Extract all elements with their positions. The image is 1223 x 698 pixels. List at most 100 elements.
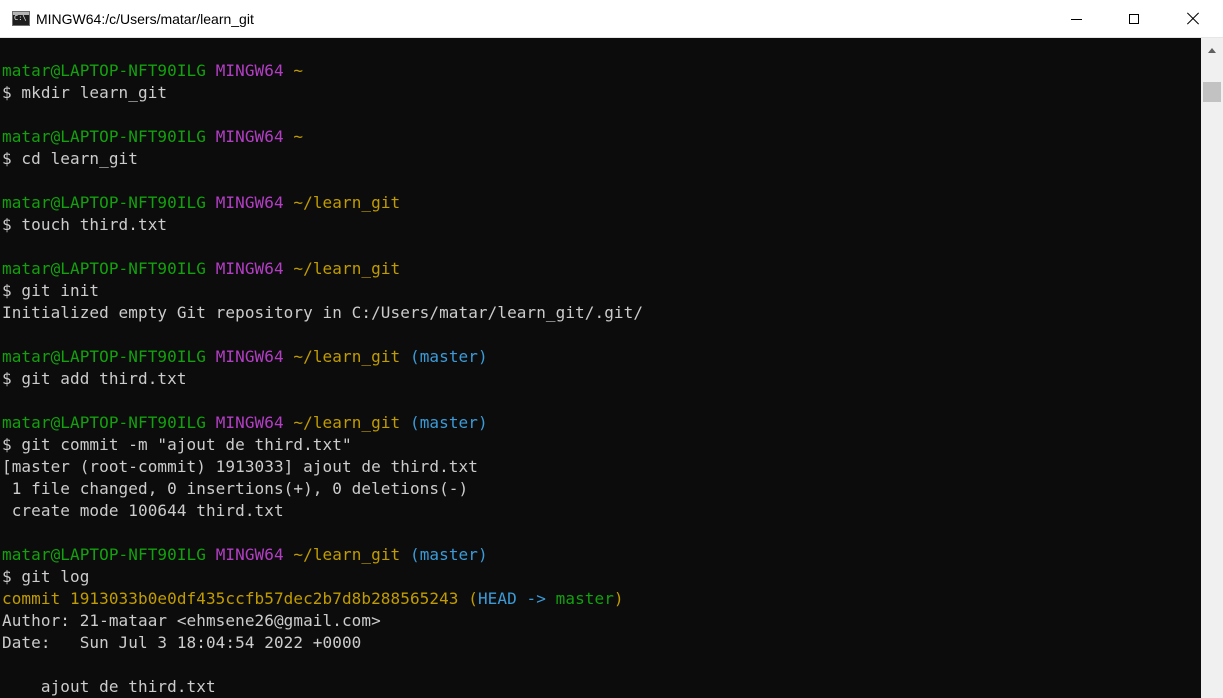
terminal-line: $ git commit -m "ajout de third.txt" bbox=[2, 434, 643, 456]
terminal-text-segment: Date: Sun Jul 3 18:04:54 2022 +0000 bbox=[2, 633, 362, 652]
terminal-line: matar@LAPTOP-NFT90ILG MINGW64 ~ bbox=[2, 126, 643, 148]
terminal-lines: matar@LAPTOP-NFT90ILG MINGW64 ~ $ mkdir l… bbox=[2, 60, 643, 698]
minimize-button[interactable] bbox=[1047, 0, 1105, 38]
terminal-text-segment: matar@LAPTOP-NFT90ILG bbox=[2, 127, 206, 146]
terminal-text-segment: $ touch third.txt bbox=[2, 215, 168, 234]
terminal-text-segment: master bbox=[555, 589, 614, 608]
terminal-text-segment: ) bbox=[613, 589, 624, 608]
terminal-text-segment: ~/learn_git bbox=[293, 347, 401, 366]
terminal-text-segment: ~/learn_git bbox=[293, 545, 401, 564]
terminal-line: Author: 21-mataar <ehmsene26@gmail.com> bbox=[2, 610, 643, 632]
terminal-line: Initialized empty Git repository in C:/U… bbox=[2, 302, 643, 324]
terminal-text-segment: Initialized empty Git repository in C:/U… bbox=[2, 303, 644, 322]
vertical-scrollbar[interactable] bbox=[1201, 38, 1223, 698]
terminal-text-segment: matar@LAPTOP-NFT90ILG bbox=[2, 259, 206, 278]
terminal-text-segment: create mode 100644 third.txt bbox=[2, 501, 284, 520]
terminal-line: ajout de third.txt bbox=[2, 676, 643, 698]
terminal-text-segment: matar@LAPTOP-NFT90ILG bbox=[2, 193, 206, 212]
terminal-line: Date: Sun Jul 3 18:04:54 2022 +0000 bbox=[2, 632, 643, 654]
minimize-icon bbox=[1070, 18, 1082, 20]
terminal-line: $ git add third.txt bbox=[2, 368, 643, 390]
terminal-line: commit 1913033b0e0df435ccfb57dec2b7d8b28… bbox=[2, 588, 643, 610]
terminal-text-segment: 1 file changed, 0 insertions(+), 0 delet… bbox=[2, 479, 469, 498]
window-title: MINGW64:/c/Users/matar/learn_git bbox=[36, 11, 254, 27]
terminal-line: matar@LAPTOP-NFT90ILG MINGW64 ~/learn_gi… bbox=[2, 192, 643, 214]
terminal-line: [master (root-commit) 1913033] ajout de … bbox=[2, 456, 643, 478]
terminal-line: 1 file changed, 0 insertions(+), 0 delet… bbox=[2, 478, 643, 500]
terminal-text-segment: matar@LAPTOP-NFT90ILG bbox=[2, 545, 206, 564]
terminal-text-segment: matar@LAPTOP-NFT90ILG bbox=[2, 413, 206, 432]
terminal-text-segment: (master) bbox=[409, 347, 488, 366]
terminal-text-segment: MINGW64 bbox=[215, 347, 284, 366]
terminal-line: $ git init bbox=[2, 280, 643, 302]
arrow-up-icon bbox=[1208, 47, 1216, 53]
terminal-text-segment: ~/learn_git bbox=[293, 413, 401, 432]
terminal-output[interactable]: matar@LAPTOP-NFT90ILG MINGW64 ~ $ mkdir l… bbox=[0, 38, 1201, 698]
terminal-text-segment: $ git add third.txt bbox=[2, 369, 187, 388]
terminal-line: matar@LAPTOP-NFT90ILG MINGW64 ~/learn_gi… bbox=[2, 346, 643, 368]
maximize-icon bbox=[1129, 14, 1139, 24]
terminal-text-segment: ~/learn_git bbox=[293, 259, 401, 278]
terminal-text-segment: ~/learn_git bbox=[293, 193, 401, 212]
terminal-text-segment: $ git commit -m "ajout de third.txt" bbox=[2, 435, 352, 454]
close-button[interactable] bbox=[1163, 0, 1223, 38]
console-icon[interactable] bbox=[12, 11, 30, 26]
terminal-text-segment: Author: 21-mataar <ehmsene26@gmail.com> bbox=[2, 611, 381, 630]
terminal-line: $ git log bbox=[2, 566, 643, 588]
terminal-text-segment: MINGW64 bbox=[215, 413, 284, 432]
terminal-text-segment: ~ bbox=[293, 61, 304, 80]
scroll-up-button[interactable] bbox=[1201, 38, 1223, 62]
terminal-text-segment: matar@LAPTOP-NFT90ILG bbox=[2, 61, 206, 80]
terminal-text-segment: (master) bbox=[409, 545, 488, 564]
terminal-text-segment: (master) bbox=[409, 413, 488, 432]
terminal-line: $ touch third.txt bbox=[2, 214, 643, 236]
terminal-line: create mode 100644 third.txt bbox=[2, 500, 643, 522]
terminal-text-segment: MINGW64 bbox=[215, 259, 284, 278]
terminal-text-segment: MINGW64 bbox=[215, 127, 284, 146]
terminal-line: matar@LAPTOP-NFT90ILG MINGW64 ~/learn_gi… bbox=[2, 412, 643, 434]
scrollbar-thumb[interactable] bbox=[1203, 82, 1221, 102]
close-icon bbox=[1186, 12, 1200, 26]
terminal-text-segment: $ git init bbox=[2, 281, 100, 300]
terminal-text-segment: MINGW64 bbox=[215, 61, 284, 80]
terminal-text-segment: matar@LAPTOP-NFT90ILG bbox=[2, 347, 206, 366]
terminal-text-segment: ~ bbox=[293, 127, 304, 146]
terminal-text-segment: HEAD -> bbox=[477, 589, 556, 608]
terminal-text-segment: $ mkdir learn_git bbox=[2, 83, 168, 102]
maximize-button[interactable] bbox=[1105, 0, 1163, 38]
terminal-line: $ mkdir learn_git bbox=[2, 82, 643, 104]
terminal-text-segment: MINGW64 bbox=[215, 193, 284, 212]
terminal-text-segment: MINGW64 bbox=[215, 545, 284, 564]
terminal-line: $ cd learn_git bbox=[2, 148, 643, 170]
terminal-text-segment: $ git log bbox=[2, 567, 90, 586]
terminal-text-segment: $ cd learn_git bbox=[2, 149, 138, 168]
terminal-line: matar@LAPTOP-NFT90ILG MINGW64 ~/learn_gi… bbox=[2, 258, 643, 280]
terminal-line: matar@LAPTOP-NFT90ILG MINGW64 ~/learn_gi… bbox=[2, 544, 643, 566]
terminal-text-segment: ajout de third.txt bbox=[2, 677, 216, 696]
terminal-text-segment: [master (root-commit) 1913033] ajout de … bbox=[2, 457, 478, 476]
window-titlebar[interactable]: MINGW64:/c/Users/matar/learn_git bbox=[0, 0, 1223, 38]
terminal-line: matar@LAPTOP-NFT90ILG MINGW64 ~ bbox=[2, 60, 643, 82]
